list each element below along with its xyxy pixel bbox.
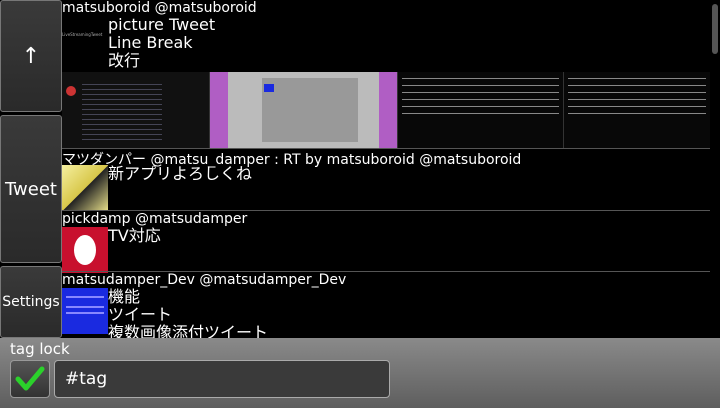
avatar: LiveStreamingTweet bbox=[62, 18, 108, 64]
tweet-text: TV対応 bbox=[108, 226, 161, 245]
tweet-text: 機能 ツイート 複数画像添付ツイート bbox=[108, 287, 269, 339]
tweet-text: picture Tweet Line Break 改行 bbox=[108, 15, 216, 70]
scrollbar[interactable] bbox=[710, 0, 720, 338]
avatar bbox=[62, 288, 108, 334]
settings-button[interactable]: Settings bbox=[0, 266, 62, 338]
timeline[interactable]: matsuboroid @matsuboroid LiveStreamingTw… bbox=[62, 0, 710, 338]
tweet-image[interactable] bbox=[210, 72, 398, 148]
tweet-image[interactable] bbox=[564, 72, 710, 148]
tag-lock-checkbox[interactable] bbox=[10, 360, 50, 398]
tweet-image[interactable] bbox=[62, 72, 210, 148]
tweet-images bbox=[62, 72, 710, 148]
tag-input[interactable] bbox=[54, 360, 390, 398]
tag-lock-label: tag lock bbox=[10, 340, 70, 358]
tweet-image[interactable] bbox=[398, 72, 564, 148]
tweet-user: matsuboroid @matsuboroid bbox=[62, 0, 257, 16]
tweet-button[interactable]: Tweet bbox=[0, 115, 62, 263]
tweet-user: pickdamp @matsudamper bbox=[62, 211, 248, 227]
checkmark-icon bbox=[15, 366, 45, 391]
scroll-top-button[interactable]: ↑ bbox=[0, 0, 62, 112]
tag-bar: tag lock bbox=[0, 338, 720, 408]
tweet-text: 新アプリよろしくね bbox=[108, 164, 253, 183]
avatar bbox=[62, 227, 108, 273]
avatar bbox=[62, 165, 108, 211]
scrollbar-thumb[interactable] bbox=[712, 4, 718, 54]
arrow-up-icon: ↑ bbox=[21, 43, 41, 69]
tweet-button-label: Tweet bbox=[5, 178, 57, 200]
tweet-item[interactable]: matsudamper_Dev @matsudamper_Dev 機能 ツイート… bbox=[62, 271, 710, 338]
tweet-item[interactable]: pickdamp @matsudamper TV対応 bbox=[62, 210, 710, 273]
tweet-item[interactable]: matsuboroid @matsuboroid LiveStreamingTw… bbox=[62, 0, 710, 150]
tweet-user: matsudamper_Dev @matsudamper_Dev bbox=[62, 272, 347, 288]
tweet-item[interactable]: マツダンパー @matsu_damper : RT by matsuboroid… bbox=[62, 148, 710, 211]
settings-button-label: Settings bbox=[2, 294, 60, 310]
